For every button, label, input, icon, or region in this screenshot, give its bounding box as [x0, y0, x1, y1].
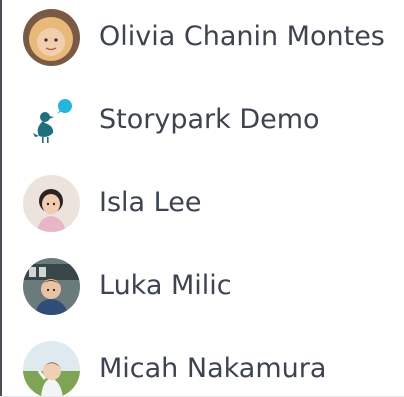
- list-item-olivia-chanin-montes[interactable]: Olivia Chanin Montes: [0, 0, 404, 76]
- child-name: Olivia Chanin Montes: [99, 21, 385, 52]
- child-name: Isla Lee: [99, 187, 202, 218]
- list-item-luka-milic[interactable]: Luka Milic: [0, 249, 404, 325]
- list-item-storypark-demo[interactable]: Storypark Demo: [0, 83, 404, 159]
- list-item-isla-lee[interactable]: Isla Lee: [0, 166, 404, 242]
- child-name: Micah Nakamura: [99, 353, 327, 384]
- avatar: [23, 341, 80, 397]
- storypark-bird-logo-icon: [23, 92, 80, 149]
- child-list-panel: Olivia Chanin Montes Storypark Demo Isla…: [0, 0, 404, 397]
- list-item-micah-nakamura[interactable]: Micah Nakamura: [0, 332, 404, 397]
- child-name: Luka Milic: [99, 270, 232, 301]
- avatar: [23, 258, 80, 315]
- avatar: [23, 175, 80, 232]
- avatar: [23, 9, 80, 66]
- child-name: Storypark Demo: [99, 104, 320, 135]
